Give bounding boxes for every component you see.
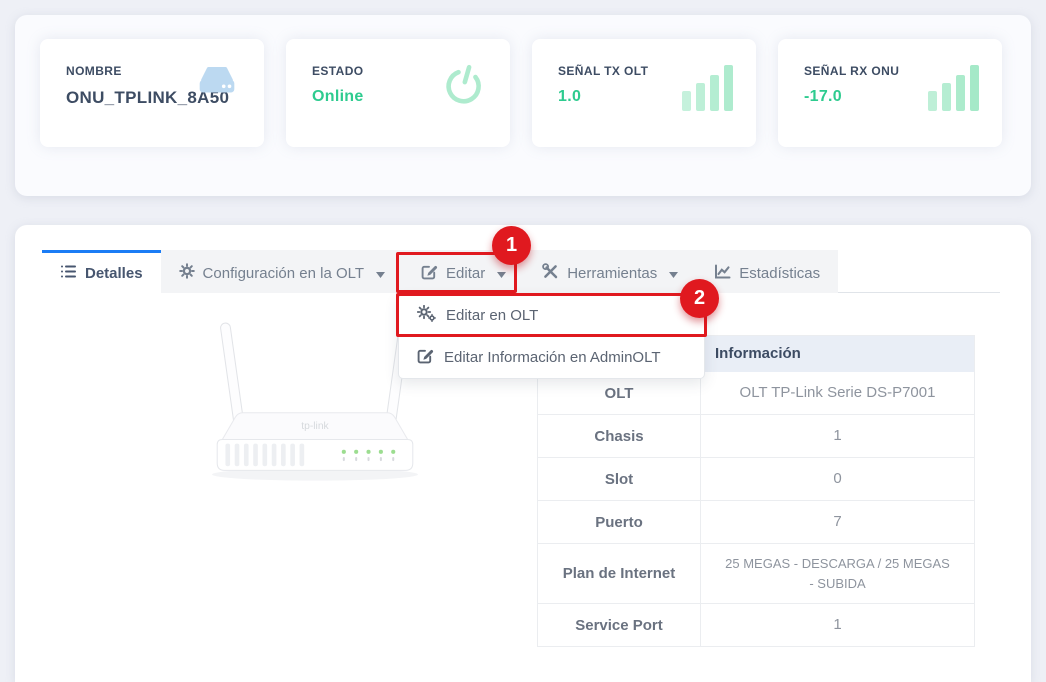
table-header-informacion: Información xyxy=(701,336,974,372)
chevron-down-icon xyxy=(376,265,385,282)
tab-herramientas[interactable]: Herramientas xyxy=(524,250,696,293)
tab-label: Estadísticas xyxy=(739,265,820,282)
table-row-service-port: Service Port 1 xyxy=(538,604,974,647)
row-label: Plan de Internet xyxy=(538,544,701,603)
tab-label: Configuración en la OLT xyxy=(203,265,364,282)
table-row-puerto: Puerto 7 xyxy=(538,501,974,544)
power-icon xyxy=(440,61,488,114)
signal-bars-icon xyxy=(682,61,734,116)
list-icon xyxy=(60,263,77,284)
row-value: 1 xyxy=(701,415,974,457)
row-value: 1 xyxy=(701,604,974,646)
card-senal-rx-onu: SEÑAL RX ONU -17.0 xyxy=(778,39,1002,147)
row-value: 0 xyxy=(701,458,974,500)
chevron-down-icon xyxy=(669,265,678,282)
informacion-table: Información OLT OLT TP-Link Serie DS-P70… xyxy=(537,335,975,647)
row-value: 7 xyxy=(701,501,974,543)
onu-detail-page: NOMBRE ONU_TPLINK_8A50 ESTADO Online xyxy=(0,0,1046,682)
tab-configuracion-olt[interactable]: Configuración en la OLT xyxy=(161,250,403,293)
row-label: Service Port xyxy=(538,604,701,646)
card-estado: ESTADO Online xyxy=(286,39,510,147)
step-badge-2: 2 xyxy=(680,279,719,318)
tab-label: Herramientas xyxy=(567,265,657,282)
row-label: Puerto xyxy=(538,501,701,543)
row-value: 25 MEGAS - DESCARGA / 25 MEGAS - SUBIDA xyxy=(701,544,974,603)
menu-item-label: Editar Información en AdminOLT xyxy=(444,349,661,366)
summary-panel: NOMBRE ONU_TPLINK_8A50 ESTADO Online xyxy=(15,15,1031,196)
tab-detalles[interactable]: Detalles xyxy=(42,250,161,293)
highlight-box-editar-en-olt xyxy=(396,293,707,337)
card-nombre: NOMBRE ONU_TPLINK_8A50 xyxy=(40,39,264,147)
table-row-chasis: Chasis 1 xyxy=(538,415,974,458)
row-value: OLT TP-Link Serie DS-P7001 xyxy=(701,372,974,414)
tools-icon xyxy=(542,263,559,284)
gear-icon xyxy=(179,263,195,283)
tab-label: Detalles xyxy=(85,265,143,282)
row-label: Chasis xyxy=(538,415,701,457)
edit-square-icon xyxy=(417,347,434,368)
table-row-slot: Slot 0 xyxy=(538,458,974,501)
summary-cards: NOMBRE ONU_TPLINK_8A50 ESTADO Online xyxy=(15,15,1031,147)
onu-device-icon xyxy=(192,61,242,106)
row-label: Slot xyxy=(538,458,701,500)
router-logo-text: tp-link xyxy=(301,421,329,432)
card-senal-tx-olt: SEÑAL TX OLT 1.0 xyxy=(532,39,756,147)
step-badge-1: 1 xyxy=(492,226,531,265)
chart-line-icon xyxy=(714,263,731,284)
menu-item-editar-informacion-adminolt[interactable]: Editar Información en AdminOLT xyxy=(399,336,704,378)
tab-estadisticas[interactable]: Estadísticas xyxy=(696,250,838,293)
table-row-plan-internet: Plan de Internet 25 MEGAS - DESCARGA / 2… xyxy=(538,544,974,604)
signal-bars-icon xyxy=(928,61,980,116)
